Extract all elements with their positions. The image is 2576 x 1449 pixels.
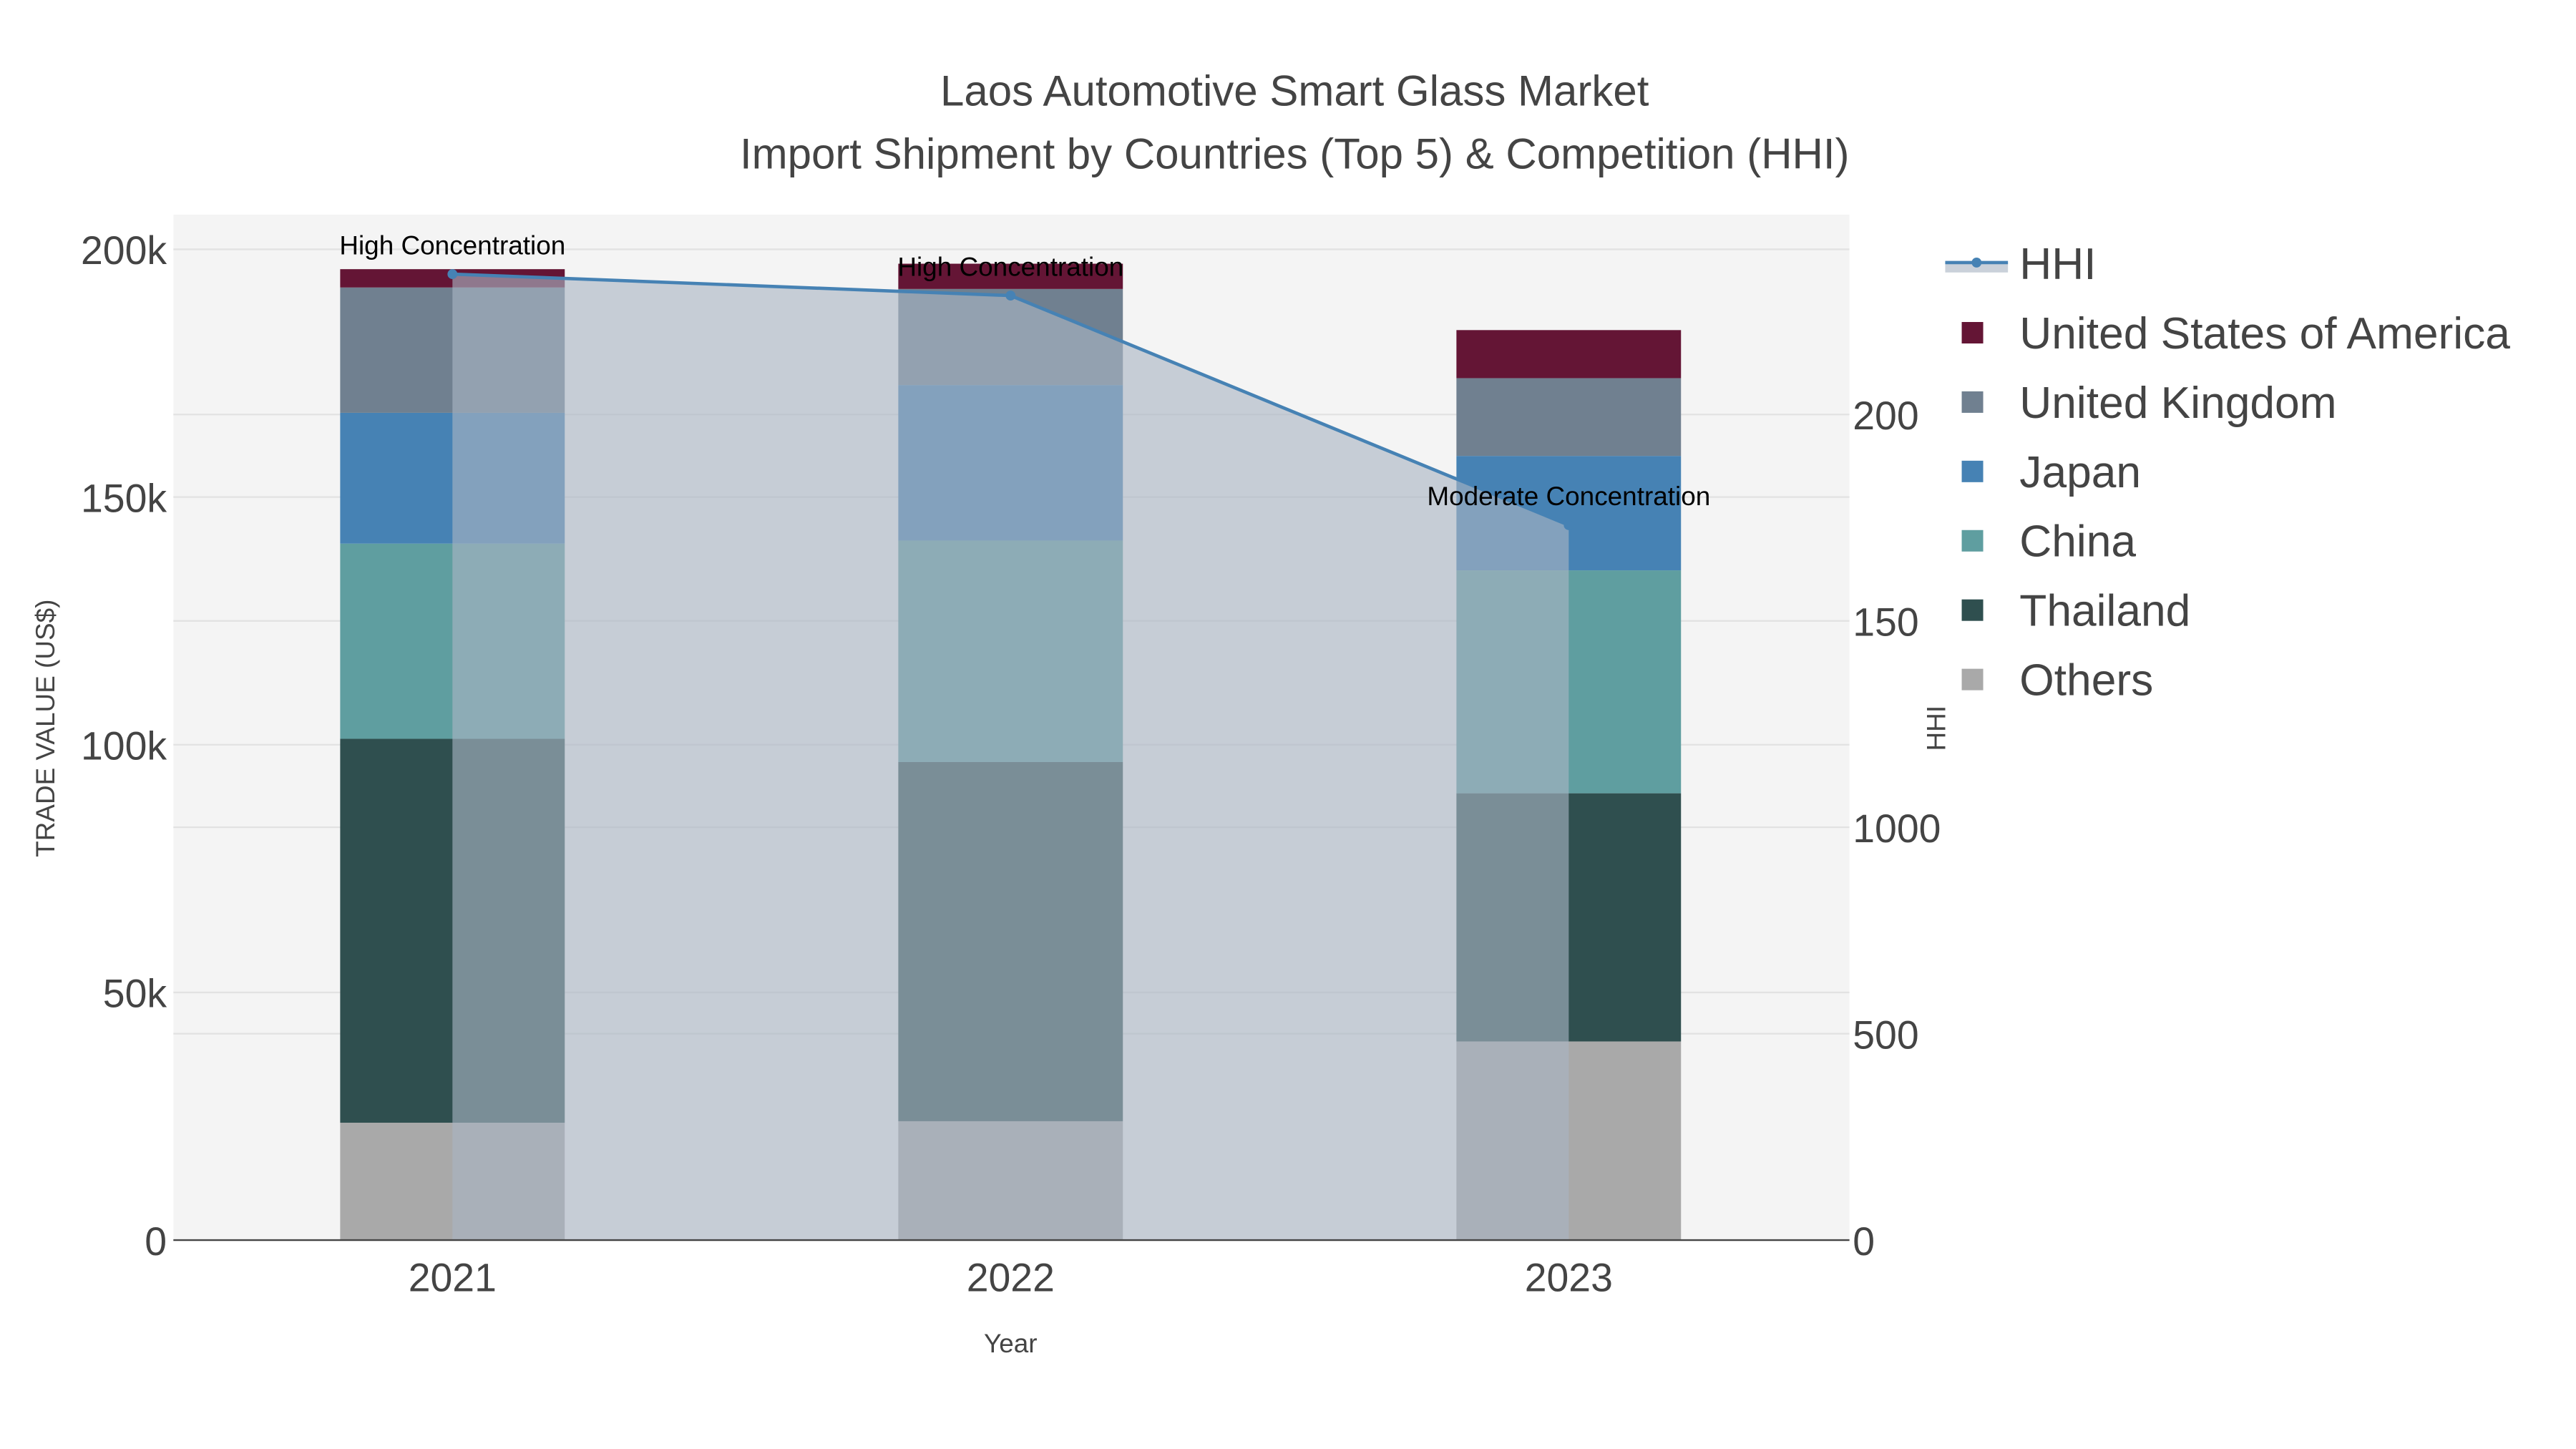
y2-axis-title: HHI — [1921, 706, 1951, 751]
legend-label: HHI — [2019, 240, 2096, 289]
legend-swatch — [1961, 599, 1984, 621]
legend-swatch — [1961, 460, 1984, 482]
bar-united-kingdom-2023 — [1456, 378, 1682, 457]
bar-united-states-of-america-2023 — [1456, 330, 1682, 379]
chart-title: Laos Automotive Smart Glass Market — [940, 67, 1649, 115]
chart: 0 50k 100k 150k 200k 0 500 1000 150 200 2021 2022… — [31, 67, 2510, 1358]
legend-swatch — [1961, 322, 1984, 343]
annotation-label: High Concentration — [339, 230, 565, 260]
chart-subtitle: Import Shipment by Countries (Top 5) & C… — [740, 130, 1850, 177]
legend-label: Others — [2019, 656, 2153, 706]
legend-label: Japan — [2019, 448, 2141, 497]
legend-label: United States of America — [2019, 309, 2510, 358]
x-tick-label: 2021 — [409, 1256, 497, 1300]
y2-tick-label: 1000 — [1853, 806, 1941, 851]
legend-label: China — [2019, 517, 2136, 567]
x-axis-title: Year — [984, 1329, 1038, 1358]
legend-label: United Kingdom — [2019, 379, 2336, 428]
x-tick-label: 2022 — [967, 1256, 1055, 1300]
y-tick-label: 200k — [81, 228, 167, 273]
hhi-point-2022 — [1005, 291, 1016, 301]
legend-hhi-marker-icon — [1971, 258, 1982, 268]
hhi-point-2023 — [1563, 519, 1574, 530]
legend-label: Thailand — [2019, 587, 2190, 636]
y2-tick-label: 200 — [1853, 394, 1918, 438]
chart-container: 0 50k 100k 150k 200k 0 500 1000 150 200 2021 2022… — [0, 0, 2576, 1449]
y-tick-label: 50k — [103, 972, 167, 1016]
legend-swatch — [1961, 668, 1984, 691]
annotation-label: High Concentration — [897, 252, 1123, 281]
x-tick-label: 2023 — [1525, 1256, 1613, 1300]
y2-tick-label: 150 — [1853, 600, 1918, 644]
y-tick-label: 0 — [145, 1219, 167, 1264]
legend-swatch — [1961, 530, 1984, 552]
legend: HHI United States of America United Kingdo… — [1945, 240, 2510, 706]
y2-tick-label: 0 — [1853, 1219, 1875, 1264]
annotation-label: Moderate Concentration — [1427, 482, 1710, 511]
y2-tick-label: 500 — [1853, 1013, 1918, 1057]
y-tick-label: 150k — [81, 476, 167, 520]
y-axis-title: TRADE VALUE (US$) — [31, 600, 60, 857]
hhi-point-2021 — [447, 269, 458, 279]
legend-swatch — [1961, 391, 1984, 413]
y-tick-label: 100k — [81, 724, 167, 769]
